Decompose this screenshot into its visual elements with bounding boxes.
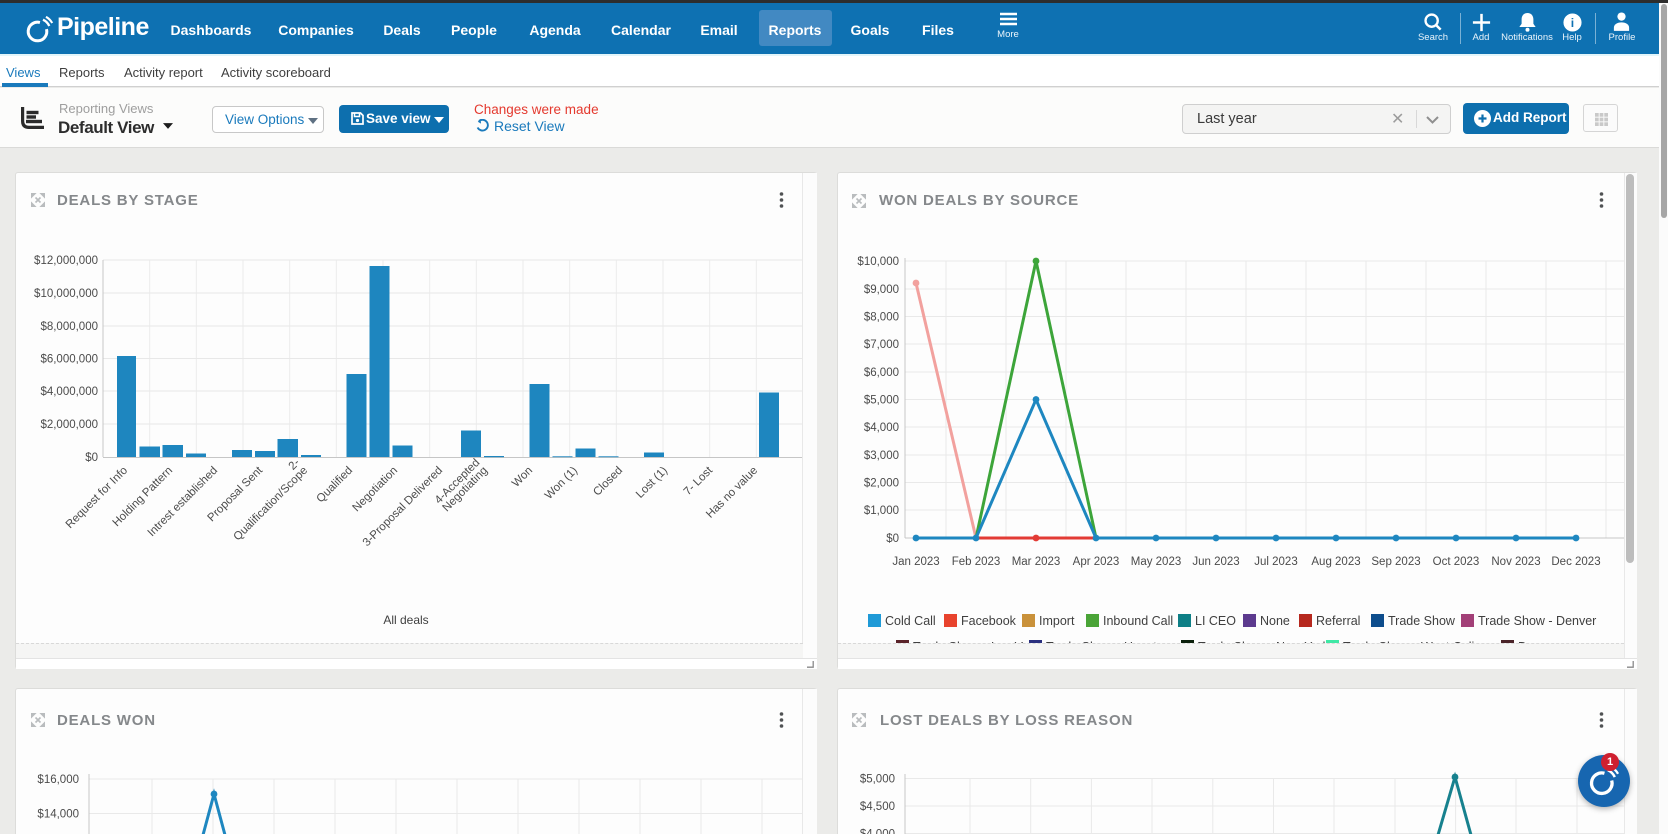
svg-text:Nov 2023: Nov 2023 xyxy=(1491,556,1540,568)
svg-text:$5,000: $5,000 xyxy=(860,774,895,786)
svg-text:Closed: Closed xyxy=(591,465,625,499)
svg-text:Mar 2023: Mar 2023 xyxy=(1012,556,1061,568)
svg-text:$4,500: $4,500 xyxy=(860,801,895,813)
svg-text:Inbound Call: Inbound Call xyxy=(1103,614,1173,628)
svg-text:Trade Show - Denver: Trade Show - Denver xyxy=(1478,614,1596,628)
svg-text:Aug 2023: Aug 2023 xyxy=(1311,556,1360,568)
svg-text:Trade Show: Trade Show xyxy=(1388,614,1456,628)
svg-text:$2,000: $2,000 xyxy=(864,478,899,490)
svg-text:$1,000: $1,000 xyxy=(864,505,899,517)
svg-text:Referral: Referral xyxy=(1316,614,1360,628)
svg-text:Oct 2023: Oct 2023 xyxy=(1433,556,1480,568)
svg-text:Lost (1): Lost (1) xyxy=(634,465,670,501)
svg-text:$2,000,000: $2,000,000 xyxy=(40,419,98,431)
svg-text:Import: Import xyxy=(1039,614,1075,628)
svg-text:LI CEO: LI CEO xyxy=(1195,614,1236,628)
svg-text:Qualification/Scope: Qualification/Scope xyxy=(232,465,311,544)
svg-text:Jun 2023: Jun 2023 xyxy=(1192,556,1239,568)
svg-text:$10,000,000: $10,000,000 xyxy=(34,288,98,300)
svg-text:$6,000,000: $6,000,000 xyxy=(40,354,98,366)
svg-text:3-Proposal Delivered: 3-Proposal Delivered xyxy=(361,465,445,549)
svg-text:Cold Call: Cold Call xyxy=(885,614,936,628)
svg-text:None: None xyxy=(1260,614,1290,628)
svg-text:$7,000: $7,000 xyxy=(864,339,899,351)
svg-text:Negotiation: Negotiation xyxy=(350,465,400,515)
svg-text:Apr 2023: Apr 2023 xyxy=(1073,556,1120,568)
svg-text:$8,000: $8,000 xyxy=(864,312,899,324)
svg-text:Jul 2023: Jul 2023 xyxy=(1254,556,1297,568)
svg-text:$4,000: $4,000 xyxy=(864,422,899,434)
svg-text:$10,000: $10,000 xyxy=(857,256,899,268)
svg-text:$3,000: $3,000 xyxy=(864,450,899,462)
svg-text:7- Lost: 7- Lost xyxy=(682,464,716,498)
svg-text:Sep 2023: Sep 2023 xyxy=(1371,556,1420,568)
svg-text:i: i xyxy=(1571,16,1574,30)
svg-text:All deals: All deals xyxy=(383,613,428,627)
svg-text:$6,000: $6,000 xyxy=(864,367,899,379)
svg-text:Qualified: Qualified xyxy=(315,465,356,506)
svg-text:$0: $0 xyxy=(85,452,98,464)
svg-text:$4,000,000: $4,000,000 xyxy=(40,386,98,398)
svg-text:$16,000: $16,000 xyxy=(37,774,79,786)
svg-text:$4,000: $4,000 xyxy=(860,829,895,834)
svg-text:Facebook: Facebook xyxy=(961,614,1017,628)
svg-text:May 2023: May 2023 xyxy=(1131,556,1182,568)
svg-text:$12,000,000: $12,000,000 xyxy=(34,255,98,267)
svg-text:Won: Won xyxy=(510,465,535,490)
svg-text:Dec 2023: Dec 2023 xyxy=(1551,556,1600,568)
svg-text:$5,000: $5,000 xyxy=(864,395,899,407)
svg-text:$0: $0 xyxy=(886,533,899,545)
svg-text:Feb 2023: Feb 2023 xyxy=(952,556,1001,568)
svg-text:$9,000: $9,000 xyxy=(864,284,899,296)
svg-text:$8,000,000: $8,000,000 xyxy=(40,321,98,333)
svg-text:$14,000: $14,000 xyxy=(37,809,79,821)
svg-text:Won (1): Won (1) xyxy=(543,465,580,502)
svg-text:Jan 2023: Jan 2023 xyxy=(892,556,939,568)
